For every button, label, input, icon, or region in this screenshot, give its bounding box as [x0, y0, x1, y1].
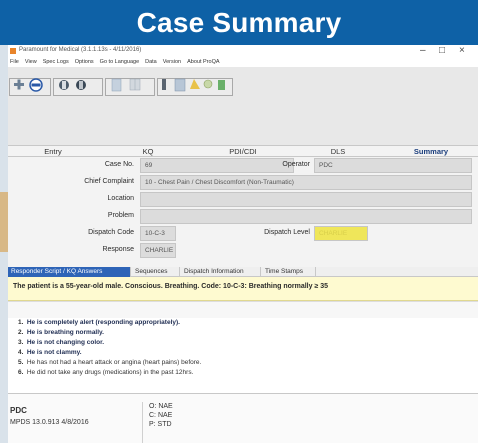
no-entry-icon[interactable]	[29, 78, 43, 92]
list-item: 5. He has not had a heart attack or angi…	[18, 359, 202, 366]
doc-icon[interactable]	[111, 78, 122, 92]
menu-data[interactable]: Data	[145, 59, 157, 65]
case-summary-text: The patient is a 55-year-old male. Consc…	[8, 277, 478, 301]
toolbar-icons	[14, 78, 225, 92]
tab-kq[interactable]: KQ	[103, 147, 193, 156]
maximize-button[interactable]: □	[439, 45, 445, 56]
case-form: Case No. 69 Operator PDC Chief Complaint…	[8, 157, 478, 267]
response-field[interactable]: CHARLIE	[140, 243, 176, 258]
menu-view[interactable]: View	[25, 59, 37, 65]
arrow-icon[interactable]	[218, 80, 225, 90]
plus-icon[interactable]	[14, 79, 24, 90]
list-item: 3. He is not changing color.	[18, 339, 105, 346]
operator-label: Operator	[282, 161, 310, 168]
app-icon	[10, 48, 16, 54]
clock-icon[interactable]	[162, 79, 166, 90]
status-codes: O: NAE C: NAE P: STD	[142, 402, 214, 443]
tab-pdi-cdi[interactable]: PDI/CDI	[198, 147, 288, 156]
chief-complaint-label: Chief Complaint	[84, 178, 134, 185]
tab-time-stamps[interactable]: Time Stamps	[262, 267, 316, 277]
location-label: Location	[107, 195, 134, 202]
status-bar: PDC MPDS 13.0.913 4/8/2016 O: NAE C: NAE…	[8, 393, 478, 443]
tab-dispatch-information[interactable]: Dispatch Information	[181, 267, 261, 277]
tab-entry[interactable]: Entry	[8, 147, 98, 156]
dispatch-level-field[interactable]: CHARLIE	[314, 226, 368, 241]
response-label: Response	[102, 246, 134, 253]
status-code-c: C: NAE	[149, 412, 173, 419]
title-bar: Paramount for Medical (3.1.1.13s - 4/11/…	[8, 45, 478, 57]
kq-answer-list: 1. He is completely alert (responding ap…	[8, 301, 478, 393]
menu-go-to-language[interactable]: Go to Language	[100, 59, 139, 65]
phone-off-icon[interactable]	[76, 80, 86, 90]
list-item: 4. He is not clammy.	[18, 349, 82, 356]
menu-version[interactable]: Version	[163, 59, 181, 65]
dispatch-code-field[interactable]: 10-C-3	[140, 226, 176, 241]
menu-about[interactable]: About ProQA	[187, 59, 219, 65]
case-no-label: Case No.	[104, 161, 134, 168]
list-item: 2. He is breathing normally.	[18, 329, 104, 336]
location-field[interactable]	[140, 192, 472, 207]
tab-responder-script[interactable]: Responder Script / KQ Answers	[8, 267, 131, 277]
problem-field[interactable]	[140, 209, 472, 224]
status-version: MPDS 13.0.913 4/8/2016	[10, 419, 89, 426]
tab-dls[interactable]: DLS	[293, 147, 383, 156]
tab-summary[interactable]: Summary	[386, 147, 476, 156]
tab-sequences[interactable]: Sequences	[132, 267, 180, 277]
app-window: Paramount for Medical (3.1.1.13s - 4/11/…	[8, 45, 478, 443]
list-item: 1. He is completely alert (responding ap…	[18, 319, 180, 326]
toolbar	[8, 67, 478, 145]
list-item: 6. He did not take any drugs (medication…	[18, 369, 194, 376]
chart-icon[interactable]	[190, 79, 200, 89]
minimize-button[interactable]: –	[420, 45, 426, 56]
menu-options[interactable]: Options	[75, 59, 94, 65]
operator-field[interactable]: PDC	[314, 158, 472, 173]
close-button[interactable]: ×	[459, 45, 465, 56]
dispatch-level-label: Dispatch Level	[264, 229, 310, 236]
menu-spec-logs[interactable]: Spec Logs	[43, 59, 69, 65]
grid-icon[interactable]	[129, 78, 141, 91]
window-title: Paramount for Medical (3.1.1.13s - 4/11/…	[19, 47, 142, 53]
status-user: PDC	[10, 406, 27, 415]
status-code-p: P: STD	[149, 421, 172, 428]
main-tabs: Entry KQ PDI/CDI DLS Summary	[8, 145, 478, 157]
chief-complaint-field[interactable]: 10 - Chest Pain / Chest Discomfort (Non-…	[140, 175, 472, 190]
page-icon[interactable]	[174, 78, 186, 92]
case-summary-banner: Case Summary	[0, 0, 478, 45]
search-icon[interactable]	[203, 79, 213, 89]
detail-tabs: Responder Script / KQ Answers Sequences …	[8, 267, 478, 277]
dispatch-code-label: Dispatch Code	[88, 229, 134, 236]
phone-icon[interactable]	[59, 80, 69, 90]
problem-label: Problem	[107, 212, 134, 219]
menu-bar: File View Spec Logs Options Go to Langua…	[8, 57, 478, 67]
status-code-o: O: NAE	[149, 403, 173, 410]
menu-file[interactable]: File	[10, 59, 19, 65]
